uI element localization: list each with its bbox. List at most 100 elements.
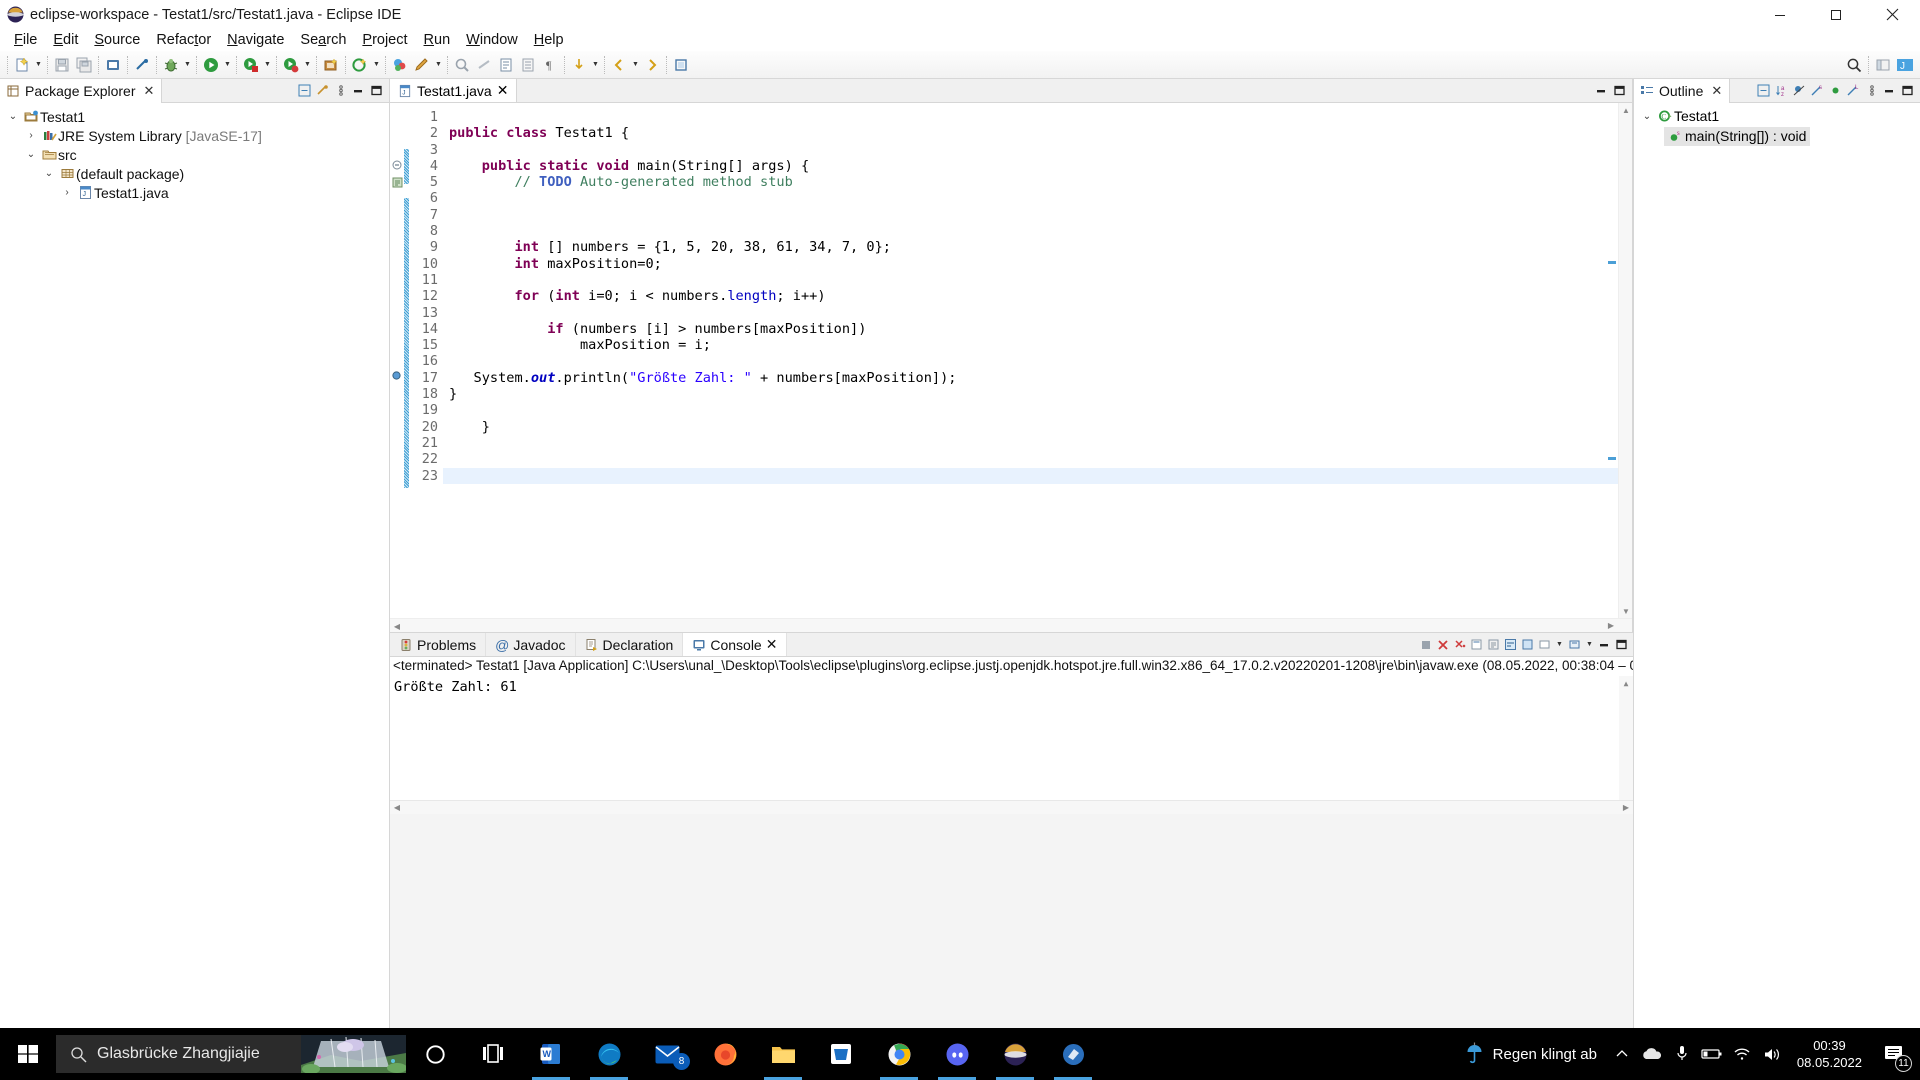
last-edit-location-icon[interactable] [568,53,590,77]
new-wizard-dropdown-icon[interactable]: ▼ [33,53,44,77]
forward-icon[interactable] [641,53,663,77]
tab-javadoc[interactable]: @ Javadoc [486,633,576,656]
minimize-icon[interactable] [1597,637,1612,652]
run-last-icon[interactable] [280,53,302,77]
maximize-button[interactable] [1808,0,1864,29]
back-icon[interactable] [608,53,630,77]
editor-body[interactable]: 12 34 56 78 9 10 11 12 13 14 15 16 17 18 19 20… [390,103,1632,632]
save-icon[interactable] [51,53,73,77]
remove-all-terminated-icon[interactable] [1452,637,1467,652]
editor-vertical-scrollbar[interactable]: ▲ ▼ [1618,103,1632,618]
tree-item-default-package[interactable]: ⌄ (default package) [0,164,389,183]
tab-package-explorer[interactable]: Package Explorer ✕ [0,79,163,103]
close-button[interactable] [1864,0,1920,29]
edge-icon[interactable] [580,1028,638,1080]
hide-local-types-icon[interactable]: L [1846,83,1861,98]
chevron-down-icon[interactable]: ⌄ [1638,111,1656,122]
chevron-down-icon[interactable]: ⌄ [4,111,22,122]
battery-icon[interactable] [1697,1028,1727,1080]
run-coverage-icon[interactable] [240,53,262,77]
open-console-icon[interactable] [1567,637,1582,652]
minimize-icon[interactable] [1594,83,1609,98]
word-wrap-icon[interactable] [1503,637,1518,652]
debug-dropdown-icon[interactable]: ▼ [182,53,193,77]
terminate-icon[interactable] [1418,637,1433,652]
maximize-icon[interactable] [1612,83,1627,98]
tab-console[interactable]: Console ✕ [683,633,788,656]
console-horizontal-scrollbar[interactable]: ◀ ▶ [390,800,1633,814]
discord-icon[interactable] [928,1028,986,1080]
link-with-editor-icon[interactable] [131,53,153,77]
hide-static-icon[interactable]: s [1810,83,1825,98]
tab-testat1-java[interactable]: J Testat1.java ✕ [390,79,518,102]
scroll-left-icon[interactable]: ◀ [390,619,404,632]
run-icon[interactable] [200,53,222,77]
file-explorer-icon[interactable] [754,1028,812,1080]
close-icon[interactable]: ✕ [144,83,155,99]
package-explorer-tree[interactable]: ⌄ Testat1 › JRE System Library [JavaSE-1… [0,103,389,202]
view-menu-icon[interactable] [1864,83,1879,98]
editor-horizontal-scrollbar[interactable]: ◀ ▶ [390,618,1632,632]
minimize-icon[interactable] [351,83,366,98]
outline-selected-item[interactable]: s main(String[]) : void [1664,126,1811,146]
eclipse-icon[interactable] [986,1028,1044,1080]
collapse-all-icon[interactable] [1756,83,1771,98]
menu-search[interactable]: Search [292,31,354,49]
tree-item-java-file[interactable]: › J Testat1.java [0,183,389,202]
outline-item-class[interactable]: ⌄ C Testat1 [1634,106,1920,126]
tree-item-src[interactable]: ⌄ src [0,145,389,164]
tree-item-project[interactable]: ⌄ Testat1 [0,107,389,126]
folding-collapse-icon[interactable] [392,160,402,170]
scroll-up-icon[interactable]: ▲ [1619,676,1633,690]
open-console-dropdown-icon[interactable]: ▼ [1584,633,1595,657]
minimize-button[interactable] [1752,0,1808,29]
external-tools-icon[interactable] [389,53,411,77]
hide-nonpublic-icon[interactable] [1828,83,1843,98]
menu-edit[interactable]: Edit [45,31,86,49]
save-all-icon[interactable] [73,53,95,77]
tab-outline[interactable]: Outline ✕ [1634,79,1731,103]
chevron-down-icon[interactable]: ⌄ [22,149,40,160]
chevron-down-icon[interactable]: ⌄ [40,168,58,179]
firefox-icon[interactable] [696,1028,754,1080]
microsoft-store-icon[interactable] [812,1028,870,1080]
tab-problems[interactable]: Problems [390,633,487,656]
cortana-icon[interactable] [406,1028,464,1080]
volume-icon[interactable] [1757,1028,1787,1080]
close-icon[interactable]: ✕ [497,82,509,99]
menu-project[interactable]: Project [354,31,415,49]
menu-navigate[interactable]: Navigate [219,31,292,49]
java-perspective-icon[interactable]: J [1894,53,1916,77]
new-wizard-icon[interactable] [11,53,33,77]
menu-file[interactable]: File [6,31,45,49]
run-coverage-dropdown-icon[interactable]: ▼ [262,53,273,77]
search-highlight-thumbnail[interactable] [301,1035,406,1073]
run-dropdown-icon[interactable]: ▼ [222,53,233,77]
display-console-dropdown-icon[interactable]: ▼ [1554,633,1565,657]
new-java-project-icon[interactable] [320,53,342,77]
code-area[interactable]: public class Testat1 { public static voi… [443,103,1632,632]
microphone-icon[interactable] [1667,1028,1697,1080]
menu-window[interactable]: Window [458,31,526,49]
display-console-icon[interactable] [1537,637,1552,652]
print-icon[interactable] [102,53,124,77]
pin-console-icon[interactable] [1520,637,1535,652]
chrome-icon[interactable] [870,1028,928,1080]
next-annotation-icon[interactable] [473,53,495,77]
weather-widget[interactable]: Regen klingt ab [1456,1042,1607,1066]
open-resource-icon[interactable] [517,53,539,77]
annotation-ruler[interactable] [390,103,404,632]
back-dropdown-icon[interactable]: ▼ [630,53,641,77]
quick-access-search-icon[interactable] [1843,53,1865,77]
paint-icon[interactable] [1044,1028,1102,1080]
link-with-editor-icon[interactable] [315,83,330,98]
close-icon[interactable]: ✕ [1711,83,1722,99]
windows-start-icon[interactable] [0,1028,56,1080]
notification-icon[interactable]: 11 [1872,1028,1916,1080]
menu-source[interactable]: Source [86,31,148,49]
tree-item-jre-library[interactable]: › JRE System Library [JavaSE-17] [0,126,389,145]
console-output[interactable]: Größte Zahl: 61 ▲ [390,676,1633,800]
debug-icon[interactable] [160,53,182,77]
paragraph-icon[interactable]: ¶ [539,53,561,77]
search-input[interactable]: Glasbrücke Zhangjiajie [97,1045,260,1063]
